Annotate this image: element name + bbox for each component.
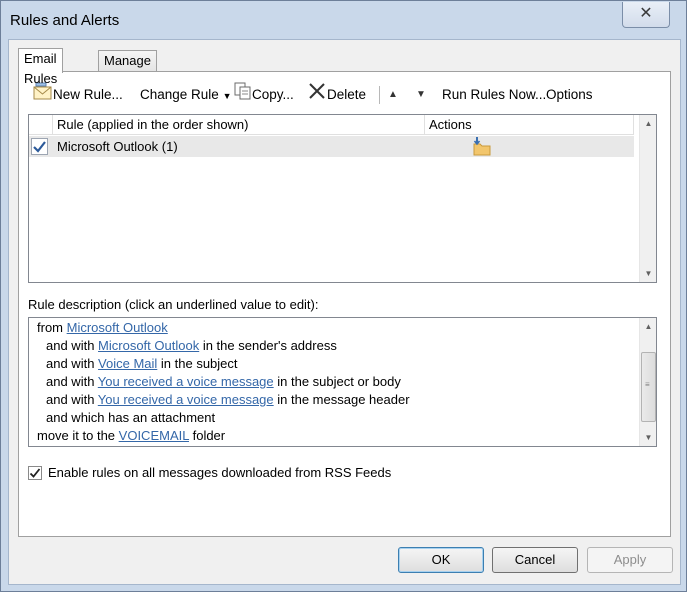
rules-list: Rule (applied in the order shown) Action… <box>28 114 657 283</box>
options-button[interactable]: Options <box>546 82 593 108</box>
move-down-button[interactable]: ▼ <box>416 82 426 108</box>
column-header-actions[interactable]: Actions <box>425 115 634 135</box>
sender-address-value-link[interactable]: Microsoft Outlook <box>98 338 199 353</box>
description-line: and which has an attachment <box>46 409 215 427</box>
change-rule-label: Change Rule <box>140 87 219 102</box>
close-icon: ✕ <box>639 5 653 22</box>
description-text: and with <box>46 356 99 371</box>
change-rule-dropdown[interactable]: Change Rule ▼ <box>140 82 232 108</box>
description-text: and with <box>46 374 98 389</box>
description-line: and with You received a voice message in… <box>46 373 401 391</box>
grip-icon: ≡ <box>645 380 650 389</box>
copy-label: Copy... <box>252 87 294 103</box>
options-label: Options <box>546 87 593 102</box>
tab-email-rules-label: Email Rules <box>24 51 58 86</box>
run-rules-now-label: Run Rules Now... <box>442 87 547 102</box>
delete-button[interactable]: Delete <box>307 82 366 108</box>
chevron-down-icon: ▼ <box>222 91 232 101</box>
rss-rules-label[interactable]: Enable rules on all messages downloaded … <box>48 465 391 480</box>
delete-icon <box>307 82 327 109</box>
rules-toolbar: New Rule... Change Rule ▼ Copy... Delete… <box>24 82 664 108</box>
tab-email-rules[interactable]: Email Rules <box>18 48 64 86</box>
run-rules-now-button[interactable]: Run Rules Now... <box>442 82 546 108</box>
checkmark-icon <box>33 141 46 153</box>
description-scrollbar[interactable]: ▲ ≡ ▼ <box>639 318 656 446</box>
checkmark-icon <box>29 468 41 478</box>
rules-list-scrollbar[interactable]: ▲ ▼ <box>639 115 656 282</box>
subject-value-link[interactable]: Voice Mail <box>98 356 157 371</box>
rule-name: Microsoft Outlook (1) <box>57 139 178 154</box>
copy-icon <box>234 82 252 109</box>
dialog-client-area: Email Rules Manage Alerts New Rule... <box>8 39 681 585</box>
column-header-rule[interactable]: Rule (applied in the order shown) <box>53 115 425 135</box>
rule-row[interactable]: Microsoft Outlook (1) <box>29 136 634 157</box>
ok-button[interactable]: OK <box>398 547 484 573</box>
move-to-folder-icon <box>471 137 493 159</box>
description-line: move it to the VOICEMAIL folder <box>37 427 225 445</box>
delete-label: Delete <box>327 87 367 103</box>
description-text: from <box>37 320 67 335</box>
header-value-link[interactable]: You received a voice message <box>98 392 274 407</box>
folder-value-link[interactable]: VOICEMAIL <box>119 428 189 443</box>
tab-manage-alerts[interactable]: Manage Alerts <box>98 50 157 88</box>
description-text: in the subject <box>157 356 238 371</box>
scroll-up-arrow-icon[interactable]: ▲ <box>640 115 657 132</box>
apply-button[interactable]: Apply <box>587 547 673 573</box>
copy-button[interactable]: Copy... <box>234 82 294 108</box>
scroll-down-arrow-icon[interactable]: ▼ <box>640 429 657 446</box>
email-rules-panel: New Rule... Change Rule ▼ Copy... Delete… <box>18 71 671 537</box>
description-text: in the subject or body <box>273 374 401 389</box>
description-text: and with <box>46 338 99 353</box>
description-text: and which has an attachment <box>46 410 216 425</box>
scroll-up-arrow-icon[interactable]: ▲ <box>640 318 657 335</box>
scroll-down-arrow-icon[interactable]: ▼ <box>640 265 657 282</box>
move-up-button[interactable]: ▲ <box>388 82 398 108</box>
title-bar: Rules and Alerts ✕ <box>1 1 686 39</box>
sender-value-link[interactable]: Microsoft Outlook <box>67 320 168 335</box>
arrow-down-icon: ▼ <box>416 89 426 100</box>
description-line: and with Voice Mail in the subject <box>46 355 238 373</box>
rule-enabled-checkbox[interactable] <box>31 138 48 155</box>
description-text: folder <box>188 428 226 443</box>
description-line: and with Microsoft Outlook in the sender… <box>46 337 337 355</box>
description-text: in the sender's address <box>199 338 337 353</box>
body-value-link[interactable]: You received a voice message <box>98 374 274 389</box>
rule-description-label: Rule description (click an underlined va… <box>28 297 319 312</box>
new-rule-label: New Rule... <box>53 87 123 103</box>
rules-and-alerts-dialog: Rules and Alerts ✕ Email Rules Manage Al… <box>0 0 687 592</box>
rule-description-box: from Microsoft Outlook and with Microsof… <box>28 317 657 447</box>
cancel-button[interactable]: Cancel <box>492 547 578 573</box>
description-text: and with <box>46 392 98 407</box>
header-check-column[interactable] <box>29 115 53 135</box>
description-line: from Microsoft Outlook <box>37 319 168 337</box>
arrow-up-icon: ▲ <box>388 89 398 100</box>
description-text: move it to the <box>37 428 119 443</box>
description-line: and with You received a voice message in… <box>46 391 410 409</box>
rules-list-header: Rule (applied in the order shown) Action… <box>29 115 634 135</box>
rss-rules-checkbox[interactable] <box>28 466 42 480</box>
scroll-thumb[interactable]: ≡ <box>641 352 656 422</box>
toolbar-separator <box>379 86 380 104</box>
description-text: in the message header <box>273 392 410 407</box>
close-button[interactable]: ✕ <box>622 2 670 28</box>
window-title: Rules and Alerts <box>10 12 120 29</box>
